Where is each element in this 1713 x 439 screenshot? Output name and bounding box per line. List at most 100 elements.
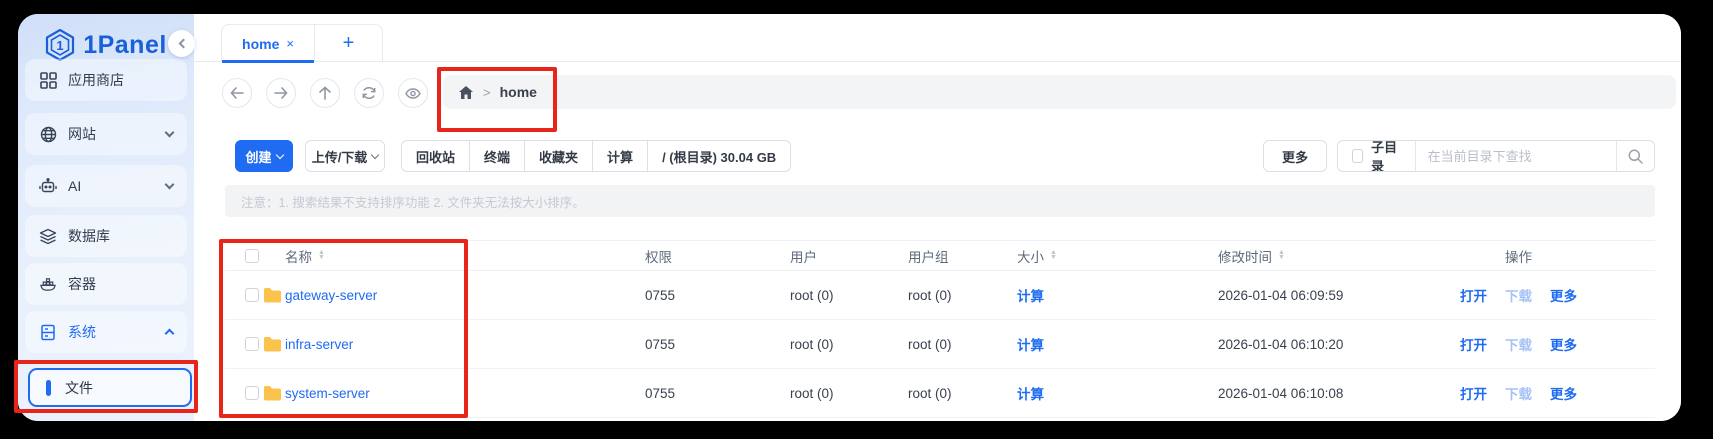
sidebar-item-label: 系统 xyxy=(68,322,96,342)
app-grid-icon xyxy=(39,71,57,89)
forward-button[interactable] xyxy=(266,78,296,108)
chevron-down-icon xyxy=(371,150,379,158)
sort-icon[interactable]: ▲▼ xyxy=(1278,251,1285,260)
search-input[interactable] xyxy=(1415,141,1617,171)
header-mtime[interactable]: 修改时间▲▼ xyxy=(1218,241,1285,270)
header-user: 用户 xyxy=(790,241,817,270)
upload-download-label: 上传/下载 xyxy=(312,147,368,166)
upload-download-button[interactable]: 上传/下载 xyxy=(305,140,385,172)
screenshot-canvas: 1 1Panel 应用商店 网站 AI 数据库 xyxy=(0,0,1713,439)
search-icon xyxy=(1628,149,1643,164)
subdir-label: 子目录 xyxy=(1371,140,1401,172)
root-dir-size-button[interactable]: / (根目录) 30.04 GB xyxy=(648,141,790,171)
cell-usergroup: root (0) xyxy=(908,320,952,368)
create-button[interactable]: 创建 xyxy=(235,140,293,172)
open-link[interactable]: 打开 xyxy=(1460,334,1487,354)
search-button[interactable] xyxy=(1617,141,1654,171)
tab-add-button[interactable]: + xyxy=(314,25,382,62)
annotation-box-name-column xyxy=(219,239,468,418)
annotation-box-files-menu xyxy=(14,360,198,413)
cell-user: root (0) xyxy=(790,369,834,417)
container-icon xyxy=(39,275,57,293)
calculate-button[interactable]: 计算 xyxy=(593,141,648,171)
server-icon xyxy=(39,323,57,341)
sidebar-collapse-button[interactable] xyxy=(168,30,195,57)
header-usergroup: 用户组 xyxy=(908,241,949,270)
header-permission: 权限 xyxy=(645,241,672,270)
up-button[interactable] xyxy=(310,78,340,108)
more-link[interactable]: 更多 xyxy=(1550,383,1577,403)
calculate-size-link[interactable]: 计算 xyxy=(1017,271,1044,319)
cell-mtime: 2026-01-04 06:09:59 xyxy=(1218,271,1343,319)
chevron-down-icon xyxy=(275,150,283,158)
back-button[interactable] xyxy=(222,78,252,108)
cell-usergroup: root (0) xyxy=(908,369,952,417)
sidebar-item-label: 数据库 xyxy=(68,226,110,246)
sidebar-item-ai[interactable]: AI xyxy=(25,165,187,207)
tab-bar: home × + xyxy=(194,14,1681,62)
cell-mtime: 2026-01-04 06:10:08 xyxy=(1218,369,1343,417)
sort-icon[interactable]: ▲▼ xyxy=(1050,251,1057,260)
sidebar-item-database[interactable]: 数据库 xyxy=(25,215,187,257)
annotation-box-breadcrumb xyxy=(437,67,557,132)
more-button-label: 更多 xyxy=(1282,147,1308,166)
tab-label: home xyxy=(242,36,279,52)
cell-usergroup: root (0) xyxy=(908,271,952,319)
subdir-checkbox[interactable] xyxy=(1352,149,1363,163)
cell-permission: 0755 xyxy=(645,271,675,319)
header-operations: 操作 xyxy=(1505,241,1532,270)
preview-button[interactable] xyxy=(398,78,428,108)
more-link[interactable]: 更多 xyxy=(1550,285,1577,305)
search-group: 子目录 xyxy=(1337,140,1655,172)
sidebar-item-container[interactable]: 容器 xyxy=(25,263,187,305)
open-link[interactable]: 打开 xyxy=(1460,285,1487,305)
robot-icon xyxy=(39,177,57,195)
sidebar-item-label: AI xyxy=(68,178,81,194)
tab-close-icon[interactable]: × xyxy=(286,36,294,51)
tool-button-group: 回收站 终端 收藏夹 计算 / (根目录) 30.04 GB xyxy=(401,140,791,172)
sidebar-item-appstore[interactable]: 应用商店 xyxy=(25,59,187,101)
download-link[interactable]: 下载 xyxy=(1505,383,1532,403)
logo-hexagon-icon: 1 xyxy=(45,29,75,61)
arrow-right-icon xyxy=(274,87,288,99)
calculate-size-link[interactable]: 计算 xyxy=(1017,320,1044,368)
arrow-up-icon xyxy=(319,86,331,100)
chevron-left-icon xyxy=(178,39,188,49)
sidebar-item-label: 容器 xyxy=(68,274,96,294)
cell-user: root (0) xyxy=(790,320,834,368)
favorites-button[interactable]: 收藏夹 xyxy=(525,141,593,171)
terminal-button[interactable]: 终端 xyxy=(470,141,525,171)
recycle-bin-button[interactable]: 回收站 xyxy=(402,141,470,171)
cell-permission: 0755 xyxy=(645,369,675,417)
chevron-down-icon xyxy=(165,180,175,190)
more-button[interactable]: 更多 xyxy=(1263,140,1327,172)
tab-home[interactable]: home × xyxy=(222,25,314,62)
logo-text: 1Panel xyxy=(83,31,167,60)
sidebar-item-label: 网站 xyxy=(68,124,96,144)
arrow-left-icon xyxy=(230,87,244,99)
chevron-up-icon xyxy=(165,329,175,339)
sidebar-item-website[interactable]: 网站 xyxy=(25,113,187,155)
sidebar-item-system[interactable]: 系统 xyxy=(25,311,187,353)
eye-icon xyxy=(405,88,421,99)
breadcrumb: > home xyxy=(443,75,1676,109)
cell-user: root (0) xyxy=(790,271,834,319)
sidebar-item-label: 应用商店 xyxy=(68,70,124,90)
download-link[interactable]: 下载 xyxy=(1505,285,1532,305)
globe-icon xyxy=(39,125,57,143)
notice-banner: 注意：1. 搜索结果不支持排序功能 2. 文件夹无法按大小排序。 xyxy=(225,185,1655,217)
cell-permission: 0755 xyxy=(645,320,675,368)
calculate-size-link[interactable]: 计算 xyxy=(1017,369,1044,417)
download-link[interactable]: 下载 xyxy=(1505,334,1532,354)
create-button-label: 创建 xyxy=(245,147,271,166)
refresh-button[interactable] xyxy=(354,78,384,108)
open-link[interactable]: 打开 xyxy=(1460,383,1487,403)
more-link[interactable]: 更多 xyxy=(1550,334,1577,354)
header-size[interactable]: 大小▲▼ xyxy=(1017,241,1057,270)
refresh-icon xyxy=(362,86,376,100)
cell-mtime: 2026-01-04 06:10:20 xyxy=(1218,320,1343,368)
subdir-toggle[interactable]: 子目录 xyxy=(1338,141,1415,171)
database-icon xyxy=(39,227,57,245)
chevron-down-icon xyxy=(165,128,175,138)
svg-text:1: 1 xyxy=(57,38,64,53)
